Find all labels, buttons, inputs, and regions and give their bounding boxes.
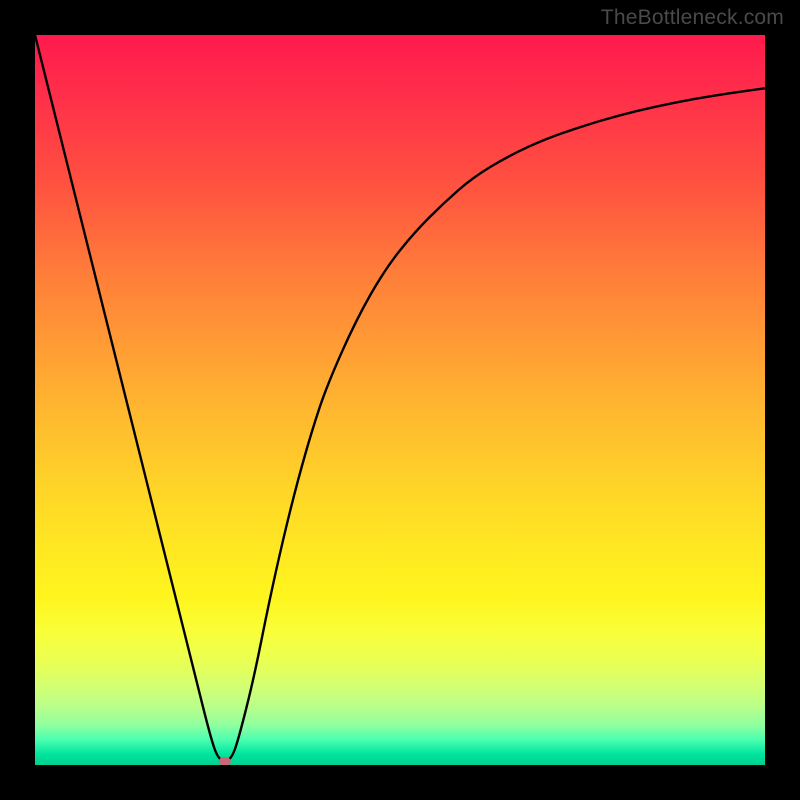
chart-container: TheBottleneck.com (0, 0, 800, 800)
watermark-text: TheBottleneck.com (601, 6, 784, 30)
plot-area (35, 35, 765, 765)
curve-svg (35, 35, 765, 765)
bottleneck-curve (35, 35, 765, 760)
